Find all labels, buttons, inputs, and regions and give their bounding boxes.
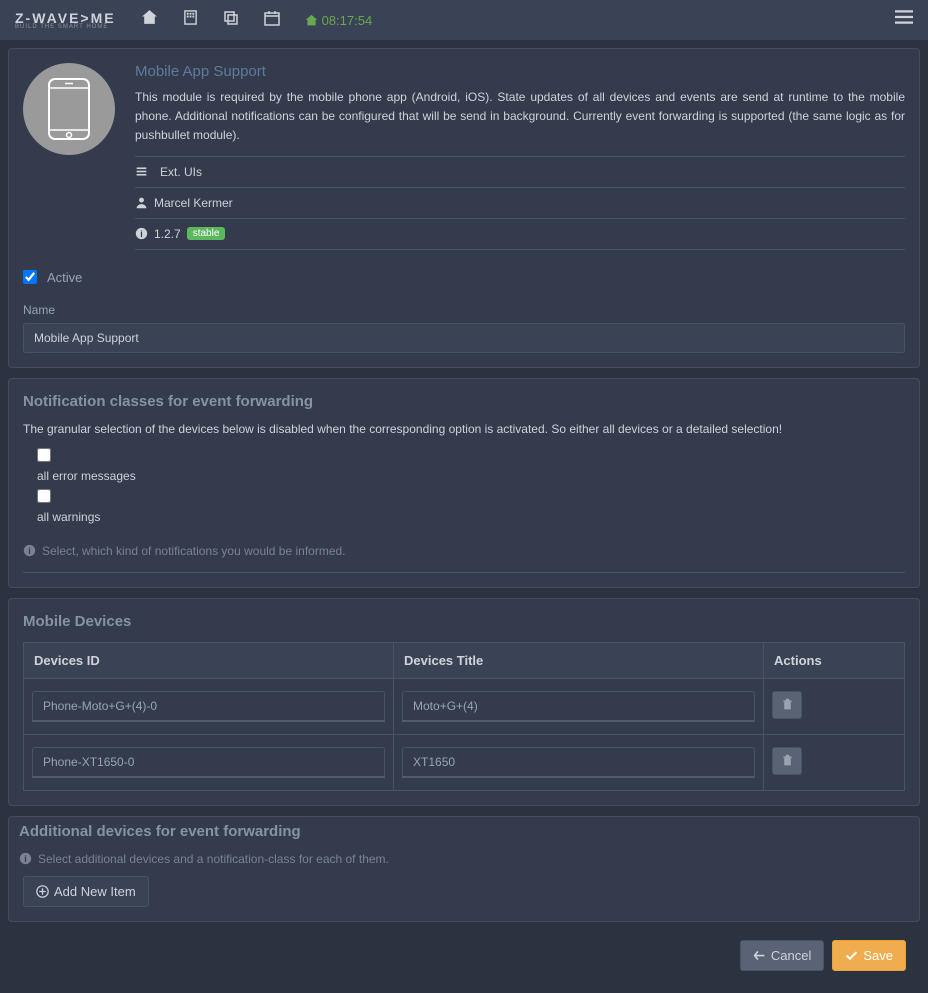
additional-panel: Additional devices for event forwarding … xyxy=(8,816,920,922)
module-version-row: i 1.2.7 stable xyxy=(135,218,905,250)
device-id-input[interactable] xyxy=(32,691,385,722)
navbar: Z-WAVE>ME BUILD THE SMART HOME 08:17:54 xyxy=(0,0,928,40)
notif-hint-text: Select, which kind of notifications you … xyxy=(42,544,346,558)
delete-button[interactable] xyxy=(772,691,802,719)
errors-label: all error messages xyxy=(37,469,136,483)
module-title: Mobile App Support xyxy=(135,63,905,80)
notif-desc: The granular selection of the devices be… xyxy=(23,422,905,436)
module-icon xyxy=(23,63,115,155)
nav-time: 08:17:54 xyxy=(305,13,373,28)
calendar-icon[interactable] xyxy=(264,10,280,31)
add-new-item-button[interactable]: Add New Item xyxy=(23,876,149,907)
stable-badge: stable xyxy=(187,227,226,240)
add-btn-label: Add New Item xyxy=(54,884,136,899)
table-row xyxy=(24,678,905,734)
module-author: Marcel Kermer xyxy=(154,196,233,210)
footer: Cancel Save xyxy=(8,932,920,985)
delete-button[interactable] xyxy=(772,747,802,775)
check-errors-item: all error messages xyxy=(37,448,905,483)
additional-title: Additional devices for event forwarding xyxy=(19,823,905,840)
menu-icon[interactable] xyxy=(895,8,913,32)
cancel-button[interactable]: Cancel xyxy=(740,940,824,971)
name-label: Name xyxy=(23,303,905,317)
devices-title: Mobile Devices xyxy=(23,613,905,630)
logo[interactable]: Z-WAVE>ME BUILD THE SMART HOME xyxy=(15,10,116,30)
additional-hint-text: Select additional devices and a notifica… xyxy=(38,852,389,866)
col-title: Devices Title xyxy=(394,642,764,678)
active-row: Active xyxy=(23,270,905,285)
check-warnings-item: all warnings xyxy=(37,489,905,524)
module-version: 1.2.7 xyxy=(154,227,181,241)
module-category-row: Ext. UIs xyxy=(135,156,905,187)
save-button[interactable]: Save xyxy=(832,940,906,971)
time-text: 08:17:54 xyxy=(322,13,373,28)
logo-subtext: BUILD THE SMART HOME xyxy=(15,24,116,30)
notif-title: Notification classes for event forwardin… xyxy=(23,393,905,410)
save-label: Save xyxy=(863,948,893,963)
device-title-input[interactable] xyxy=(402,691,755,722)
nav-left: Z-WAVE>ME BUILD THE SMART HOME 08:17:54 xyxy=(15,9,372,31)
module-panel: Mobile App Support This module is requir… xyxy=(8,48,920,368)
devices-panel: Mobile Devices Devices ID Devices Title … xyxy=(8,598,920,806)
col-actions: Actions xyxy=(764,642,905,678)
warnings-checkbox[interactable] xyxy=(37,489,51,503)
notifications-panel: Notification classes for event forwardin… xyxy=(8,378,920,588)
additional-hint: i Select additional devices and a notifi… xyxy=(19,852,905,866)
svg-text:i: i xyxy=(24,854,26,864)
svg-text:i: i xyxy=(28,546,30,556)
building-icon[interactable] xyxy=(183,9,198,31)
module-description: This module is required by the mobile ph… xyxy=(135,88,905,146)
active-checkbox[interactable] xyxy=(23,270,37,284)
table-row xyxy=(24,734,905,790)
module-category: Ext. UIs xyxy=(160,165,202,179)
errors-checkbox[interactable] xyxy=(37,448,51,462)
copy-icon[interactable] xyxy=(223,10,239,31)
devices-table: Devices ID Devices Title Actions xyxy=(23,642,905,791)
warnings-label: all warnings xyxy=(37,510,100,524)
device-title-input[interactable] xyxy=(402,747,755,778)
active-label: Active xyxy=(47,270,82,285)
svg-text:i: i xyxy=(140,229,142,239)
module-author-row: Marcel Kermer xyxy=(135,187,905,218)
notif-hint: i Select, which kind of notifications yo… xyxy=(23,534,905,558)
col-id: Devices ID xyxy=(24,642,394,678)
home-icon[interactable] xyxy=(141,9,158,31)
cancel-label: Cancel xyxy=(771,948,811,963)
name-input[interactable] xyxy=(23,323,905,353)
device-id-input[interactable] xyxy=(32,747,385,778)
